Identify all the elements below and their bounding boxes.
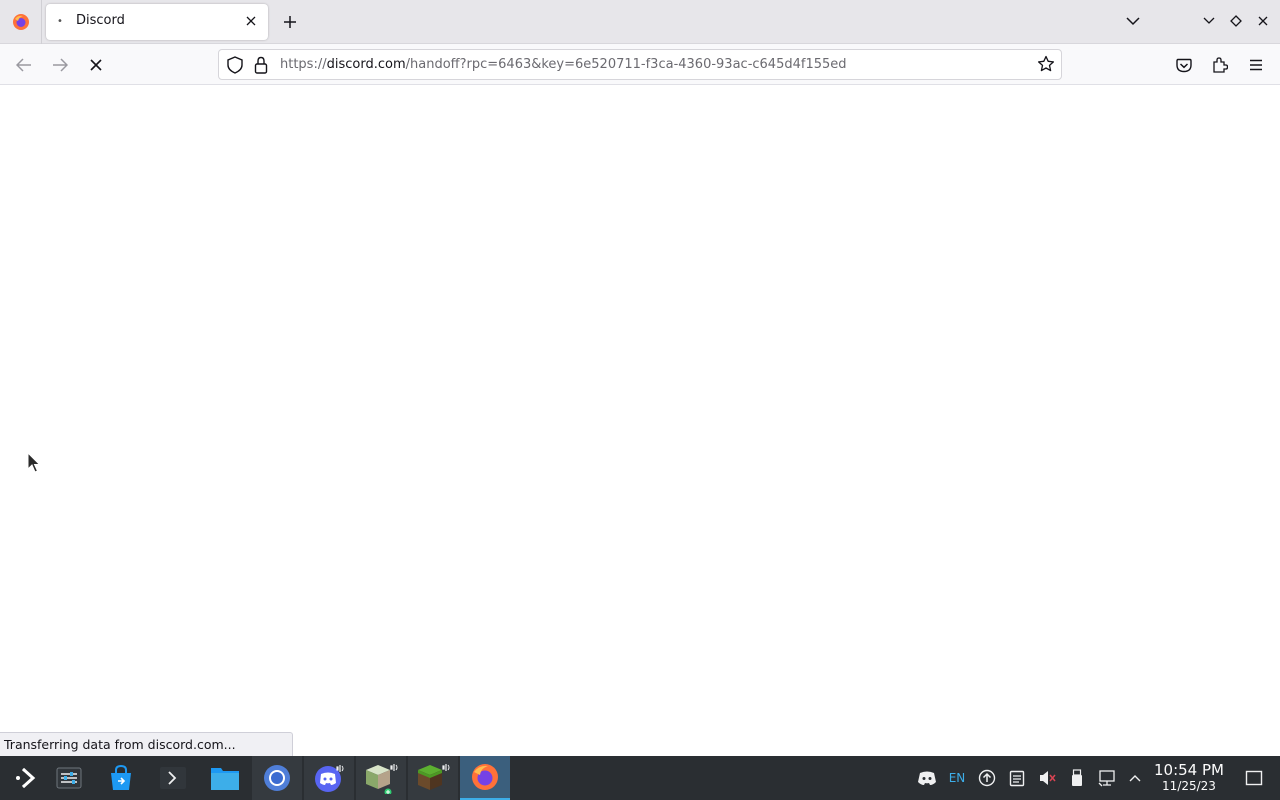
navigation-toolbar: https://discord.com/handoff?rpc=6463&key…: [0, 44, 1280, 85]
clock-time: 10:54 PM: [1154, 761, 1224, 779]
steamos-launcher-icon: [16, 767, 36, 789]
firefox-icon: [472, 764, 498, 790]
diamond-icon: [1230, 15, 1242, 27]
firefox-view-button[interactable]: [0, 0, 42, 44]
maximize-button[interactable]: [1227, 12, 1245, 30]
taskbar-discord[interactable]: [304, 756, 354, 800]
puzzle-icon: [1213, 57, 1228, 73]
minetest-icon: [366, 764, 398, 794]
new-tab-button[interactable]: [278, 10, 302, 34]
keyboard-layout-indicator[interactable]: EN: [945, 768, 969, 788]
taskbar-system-settings[interactable]: [44, 756, 94, 800]
taskbar-minetest[interactable]: [356, 756, 406, 800]
volume-muted-icon: [1040, 771, 1056, 785]
plus-icon: [284, 16, 296, 28]
url-path: /handoff?rpc=6463&key=6e520711-f3ca-4360…: [405, 57, 847, 72]
pocket-icon: [1176, 58, 1192, 72]
tab-discord[interactable]: • Discord: [46, 4, 268, 40]
taskbar: EN 10:54 PM 11/25/23: [0, 756, 1280, 800]
back-button[interactable]: [11, 52, 37, 78]
tab-title: Discord: [76, 13, 125, 28]
folder-icon: [211, 768, 239, 790]
shopping-bag-icon: [111, 765, 131, 790]
settings-sliders-icon: [56, 767, 82, 789]
url-host: discord.com: [326, 57, 406, 72]
app-menu-button[interactable]: [1243, 52, 1269, 78]
update-arrow-icon: [978, 769, 996, 787]
tab-loading-dot: •: [57, 16, 63, 27]
show-desktop-icon: [1245, 770, 1263, 786]
status-panel: Transferring data from discord.com...: [0, 732, 293, 756]
lock-icon[interactable]: [254, 56, 268, 74]
chromium-icon: [264, 765, 290, 791]
bookmark-star-icon[interactable]: [1037, 55, 1055, 73]
taskbar-chromium[interactable]: [252, 756, 302, 800]
clipboard-icon: [1009, 770, 1025, 787]
url-text[interactable]: https://discord.com/handoff?rpc=6463&key…: [280, 57, 847, 72]
chevron-up-icon: [1129, 775, 1141, 782]
arrow-right-icon: [53, 58, 68, 72]
show-desktop-button[interactable]: [1243, 768, 1265, 788]
close-tab-icon[interactable]: [242, 12, 260, 30]
forward-button[interactable]: [47, 52, 73, 78]
taskbar-firefox[interactable]: [460, 756, 510, 800]
tray-network[interactable]: [1096, 768, 1118, 788]
tray-volume[interactable]: [1036, 768, 1058, 788]
pocket-button[interactable]: [1171, 52, 1197, 78]
usb-drive-icon: [1072, 769, 1082, 786]
chevron-down-icon: [1203, 17, 1215, 24]
discord-icon: [315, 765, 344, 792]
close-window-button[interactable]: [1254, 12, 1272, 30]
terminal-icon: [160, 767, 186, 789]
address-bar[interactable]: https://discord.com/handoff?rpc=6463&key…: [218, 49, 1062, 80]
tray-discord[interactable]: [914, 768, 940, 788]
taskbar-file-manager[interactable]: [200, 756, 250, 800]
hamburger-menu-icon: [1250, 59, 1262, 71]
network-wired-icon: [1098, 770, 1115, 787]
digital-clock[interactable]: 10:54 PM 11/25/23: [1150, 761, 1228, 794]
chevron-down-icon: [1126, 17, 1140, 26]
taskbar-minecraft[interactable]: [408, 756, 458, 800]
page-content[interactable]: [0, 85, 1280, 756]
arrow-left-icon: [16, 58, 31, 72]
stop-loading-button[interactable]: [83, 52, 109, 78]
firefox-icon: [12, 14, 29, 30]
clock-date: 11/25/23: [1162, 779, 1216, 793]
taskbar-konsole[interactable]: [148, 756, 198, 800]
app-launcher-button[interactable]: [0, 756, 50, 800]
discord-tray-icon: [918, 771, 936, 785]
shield-icon[interactable]: [227, 56, 243, 74]
minimize-button[interactable]: [1200, 12, 1218, 30]
url-scheme: https://: [280, 57, 327, 72]
tray-removable-devices[interactable]: [1066, 768, 1088, 788]
extensions-button[interactable]: [1207, 52, 1233, 78]
grass-block-icon: [418, 764, 450, 790]
stop-icon: [90, 59, 102, 71]
list-all-tabs-button[interactable]: [1122, 10, 1144, 32]
mouse-cursor-icon: [27, 452, 41, 473]
taskbar-discover-store[interactable]: [96, 756, 146, 800]
tray-expand-button[interactable]: [1126, 768, 1144, 788]
tab-bar: • Discord: [0, 0, 1280, 44]
tray-updates[interactable]: [976, 768, 998, 788]
tray-clipboard[interactable]: [1006, 768, 1028, 788]
close-icon: [1258, 16, 1268, 26]
